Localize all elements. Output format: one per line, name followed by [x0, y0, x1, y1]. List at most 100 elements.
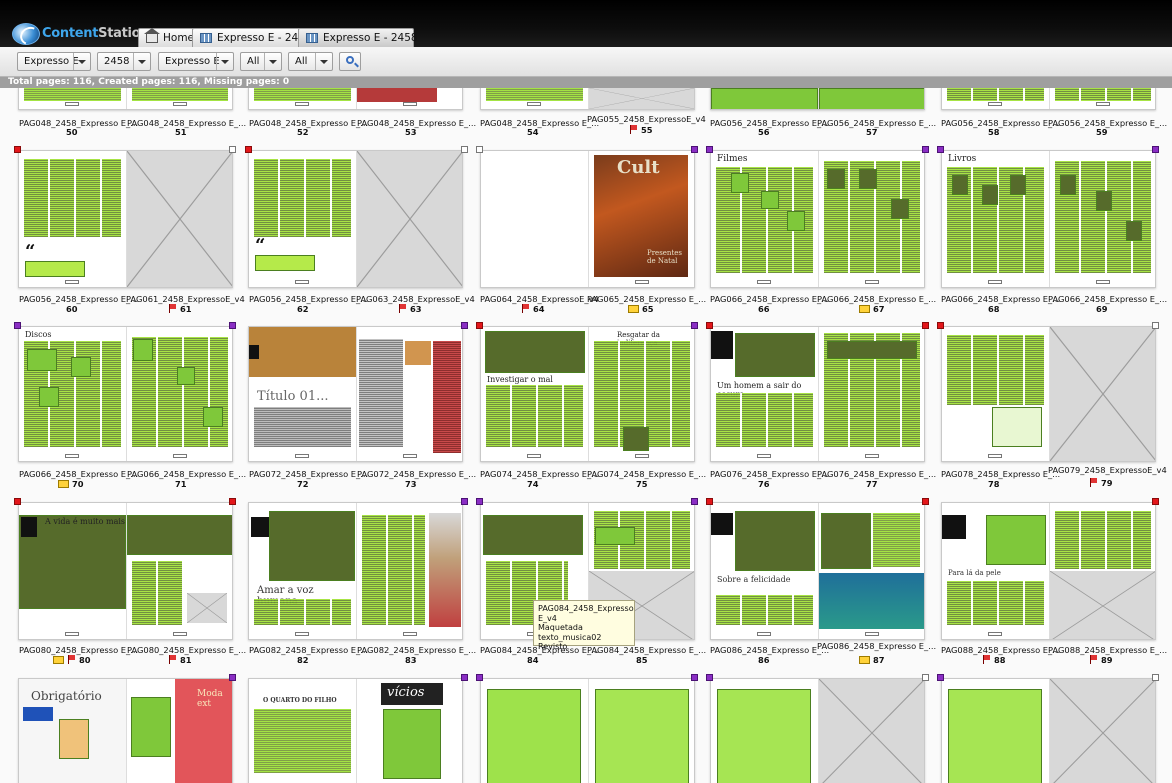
- page-spread[interactable]: Um homem a sair do escuro: [710, 326, 925, 462]
- status-red-marker: [922, 498, 929, 505]
- page-thumbnail[interactable]: [481, 88, 588, 109]
- page-spread[interactable]: [18, 88, 233, 110]
- page-spread[interactable]: “: [248, 150, 463, 288]
- page-thumbnail[interactable]: Amar a voz humana: [249, 503, 356, 639]
- page-thumbnail[interactable]: [126, 88, 232, 109]
- status-purple-marker: [706, 674, 713, 681]
- page-spread[interactable]: O QUARTO DO FILHO vícios: [248, 678, 463, 783]
- edition-select[interactable]: Expresso E: [158, 52, 234, 71]
- missing-page-thumbnail[interactable]: [126, 151, 232, 287]
- status-purple-marker: [461, 322, 468, 329]
- status-purple-marker: [691, 498, 698, 505]
- page-thumbnail[interactable]: [1049, 503, 1155, 639]
- chevron-down-icon: [315, 53, 332, 70]
- page-spread[interactable]: A vida é muito mais do que um podcast: [18, 502, 233, 640]
- page-thumbnail[interactable]: Filmes: [711, 151, 818, 287]
- page-filename: PAG048_2458_Expresso E_...: [19, 118, 139, 128]
- status-red-marker: [937, 322, 944, 329]
- page-thumbnail[interactable]: [356, 88, 462, 109]
- brand-select[interactable]: Expresso E: [17, 52, 91, 71]
- page-spread[interactable]: [941, 678, 1156, 783]
- page-thumbnail[interactable]: [942, 88, 1049, 109]
- page-thumbnail[interactable]: A vida é muito mais do que um podcast: [19, 503, 126, 639]
- issue-select[interactable]: 2458: [97, 52, 151, 71]
- page-spread[interactable]: Sobre a felicidade: [710, 502, 925, 640]
- page-thumbnail[interactable]: [19, 88, 126, 109]
- page-thumbnail[interactable]: Título 01...: [249, 327, 356, 461]
- page-number: 56: [758, 127, 770, 137]
- page-thumbnail[interactable]: “: [249, 151, 356, 287]
- page-thumbnail[interactable]: Sobre a felicidade: [711, 503, 818, 639]
- page-thumbnail[interactable]: [588, 679, 694, 783]
- page-thumbnail[interactable]: vícios: [356, 679, 462, 783]
- missing-page-thumbnail[interactable]: [818, 679, 924, 783]
- page-thumbnail[interactable]: [126, 503, 232, 639]
- page-number: 72: [297, 479, 309, 489]
- page-spread[interactable]: Título 01...: [248, 326, 463, 462]
- page-thumbnail[interactable]: [356, 327, 462, 461]
- page-thumbnail[interactable]: [481, 151, 588, 287]
- category-select[interactable]: All: [288, 52, 333, 71]
- page-thumbnail[interactable]: Investigar o mal: [481, 327, 588, 461]
- page-number: 54: [527, 127, 539, 137]
- page-thumbnail[interactable]: [942, 679, 1049, 783]
- flag-icon: [168, 304, 177, 313]
- page-thumbnail[interactable]: [249, 88, 356, 109]
- page-thumbnail[interactable]: [1049, 88, 1155, 109]
- page-thumbnail[interactable]: “: [19, 151, 126, 287]
- page-spread[interactable]: [941, 326, 1156, 462]
- page-thumbnail[interactable]: [818, 151, 924, 287]
- status-select[interactable]: All: [240, 52, 282, 71]
- page-thumbnail[interactable]: Cult Presentes de Natal: [588, 151, 694, 287]
- missing-page-thumbnail[interactable]: [588, 88, 694, 109]
- page-spread[interactable]: Cult Presentes de Natal: [480, 150, 695, 288]
- page-thumbnail[interactable]: [356, 503, 462, 639]
- page-spread[interactable]: Investigar o mal Resgatar da indiferença: [480, 326, 695, 462]
- page-thumbnail[interactable]: Livros: [942, 151, 1049, 287]
- page-spread[interactable]: [941, 88, 1156, 110]
- status-red-marker: [922, 322, 929, 329]
- page-spread[interactable]: Amar a voz humana: [248, 502, 463, 640]
- publication-overview-grid[interactable]: PAG048_2458_Expresso E_... PAG048_2458_E…: [0, 88, 1172, 783]
- page-thumbnail[interactable]: [711, 88, 818, 109]
- status-purple-marker: [461, 674, 468, 681]
- page-thumbnail[interactable]: Para lá da pele: [942, 503, 1049, 639]
- page-thumbnail[interactable]: Discos: [19, 327, 126, 461]
- page-thumbnail[interactable]: [481, 679, 588, 783]
- page-spread[interactable]: [480, 678, 695, 783]
- page-thumbnail[interactable]: [126, 327, 232, 461]
- page-spread[interactable]: [710, 678, 925, 783]
- page-thumbnail[interactable]: Resgatar da indiferença: [588, 327, 694, 461]
- page-filename: PAG056_2458_Expresso E_...: [249, 294, 369, 304]
- status-purple-marker: [922, 146, 929, 153]
- page-spread[interactable]: [248, 88, 463, 110]
- page-spread[interactable]: [480, 88, 695, 110]
- page-spread[interactable]: “: [18, 150, 233, 288]
- page-thumbnail[interactable]: Um homem a sair do escuro: [711, 327, 818, 461]
- status-purple-marker: [229, 322, 236, 329]
- page-spread[interactable]: Para lá da pele: [941, 502, 1156, 640]
- tab-publication-2[interactable]: Expresso E - 2458: [298, 28, 418, 47]
- page-number: 88: [994, 655, 1006, 665]
- missing-page-thumbnail[interactable]: [1049, 327, 1155, 461]
- page-thumbnail[interactable]: [942, 327, 1049, 461]
- page-spread[interactable]: [710, 88, 925, 110]
- page-filename: PAG086_2458_Expresso E_...: [817, 641, 937, 651]
- search-button[interactable]: [339, 52, 361, 71]
- page-thumbnail[interactable]: [818, 327, 924, 461]
- missing-page-thumbnail[interactable]: [1049, 679, 1155, 783]
- page-thumbnail[interactable]: [818, 503, 924, 639]
- page-spread[interactable]: Discos: [18, 326, 233, 462]
- page-thumbnail[interactable]: O QUARTO DO FILHO: [249, 679, 356, 783]
- page-spread[interactable]: Livros: [941, 150, 1156, 288]
- page-thumbnail[interactable]: Moda ext: [126, 679, 232, 783]
- page-thumbnail[interactable]: Obrigatório: [19, 679, 126, 783]
- page-thumbnail[interactable]: [818, 88, 924, 109]
- page-spread[interactable]: Filmes: [710, 150, 925, 288]
- page-spread[interactable]: Obrigatório Moda ext: [18, 678, 233, 783]
- page-thumbnail[interactable]: [1049, 151, 1155, 287]
- page-filename: PAG066_2458_Expresso E_...: [1048, 294, 1168, 304]
- status-red-marker: [1152, 498, 1159, 505]
- missing-page-thumbnail[interactable]: [356, 151, 462, 287]
- page-thumbnail[interactable]: [711, 679, 818, 783]
